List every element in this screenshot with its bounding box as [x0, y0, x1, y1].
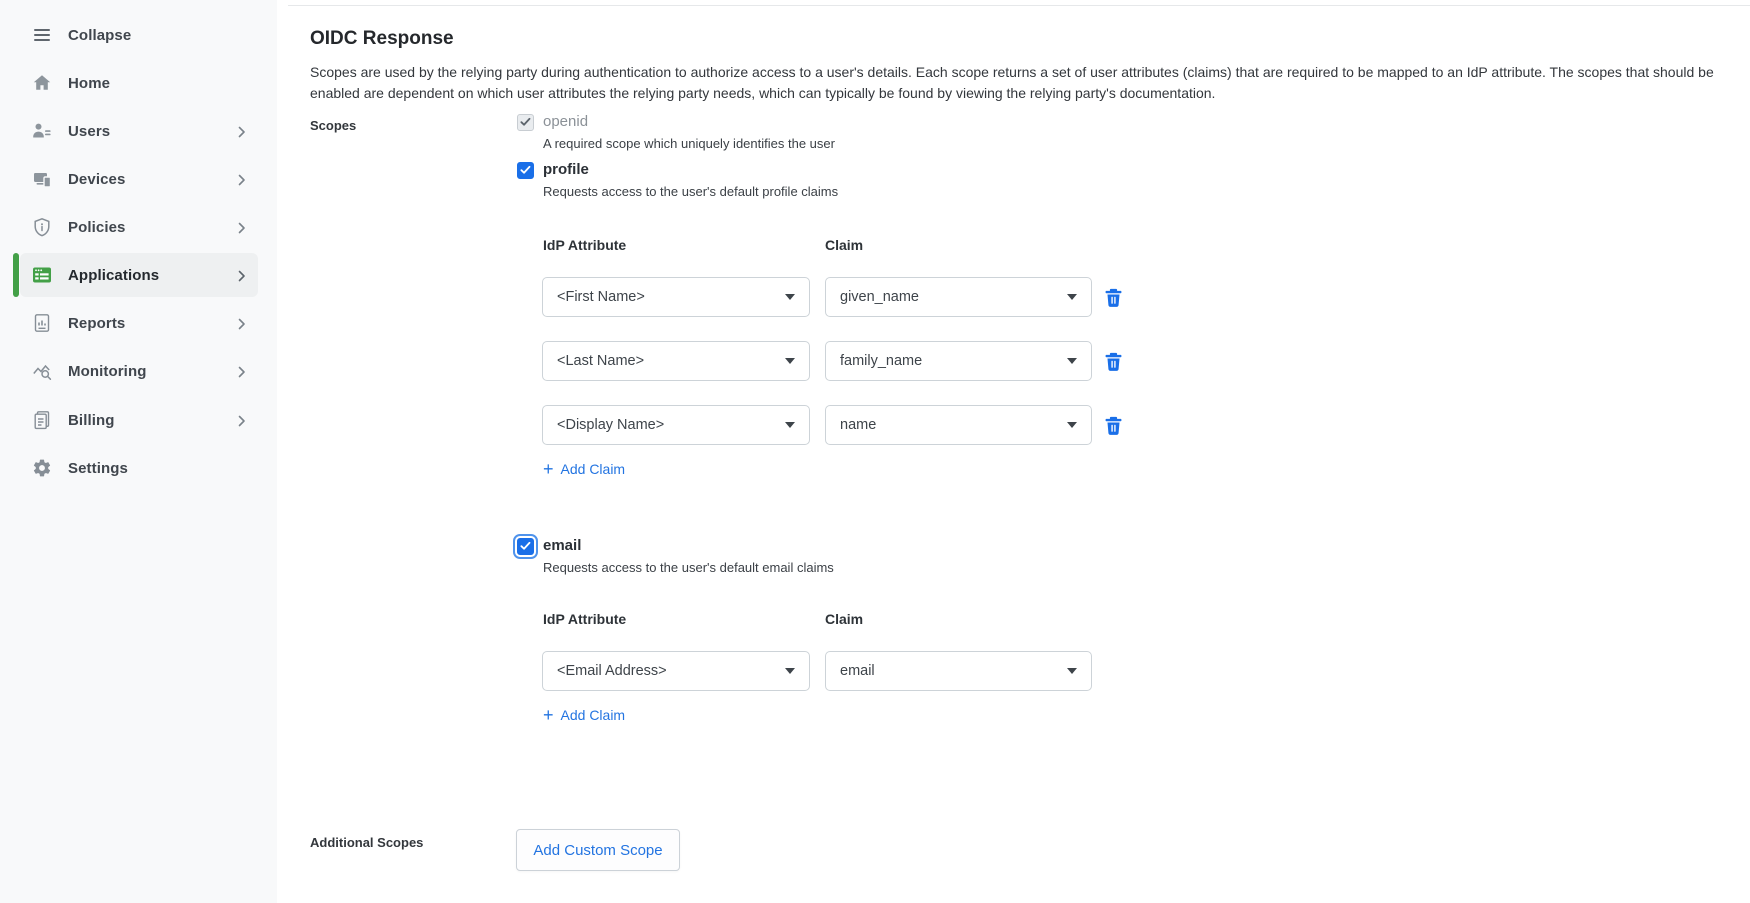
- active-indicator-bar: [13, 253, 19, 297]
- claim-select[interactable]: given_name: [825, 277, 1092, 317]
- sidebar-item-collapse[interactable]: Collapse: [20, 13, 258, 57]
- chevron-right-icon: [238, 317, 246, 329]
- sidebar: Collapse Home Users Devices: [0, 0, 278, 903]
- claim-header: Claim: [825, 611, 863, 627]
- dropdown-caret-icon: [785, 668, 795, 674]
- users-icon: [31, 120, 53, 142]
- home-icon: [31, 72, 53, 94]
- idp-attribute-value: <First Name>: [557, 289, 645, 305]
- add-claim-label: Add Claim: [561, 707, 626, 723]
- email-scope-label[interactable]: email: [543, 537, 581, 554]
- devices-icon: [31, 168, 53, 190]
- idp-attribute-header: IdP Attribute: [543, 611, 626, 627]
- sidebar-item-settings[interactable]: Settings: [20, 446, 258, 490]
- billing-icon: [31, 409, 53, 431]
- openid-checkbox: [517, 114, 534, 131]
- delete-claim-button[interactable]: [1105, 350, 1125, 372]
- dropdown-caret-icon: [785, 358, 795, 364]
- sidebar-item-home[interactable]: Home: [20, 61, 258, 105]
- sidebar-item-label: Home: [68, 75, 110, 92]
- chevron-right-icon: [238, 269, 246, 281]
- idp-attribute-select[interactable]: <Email Address>: [542, 651, 810, 691]
- chevron-right-icon: [238, 221, 246, 233]
- sidebar-item-devices[interactable]: Devices: [20, 157, 258, 201]
- dropdown-caret-icon: [1067, 668, 1077, 674]
- chevron-right-icon: [238, 365, 246, 377]
- profile-checkbox[interactable]: [517, 162, 534, 179]
- claim-value: family_name: [840, 353, 922, 369]
- trash-icon: [1105, 288, 1125, 307]
- openid-scope-description: A required scope which uniquely identifi…: [543, 136, 835, 151]
- claim-value: email: [840, 663, 875, 679]
- chevron-right-icon: [238, 125, 246, 137]
- sidebar-item-label: Applications: [68, 267, 159, 284]
- sidebar-item-applications[interactable]: Applications: [20, 253, 258, 297]
- page-title: OIDC Response: [310, 28, 454, 50]
- profile-scope-description: Requests access to the user's default pr…: [543, 184, 838, 199]
- main-content: OIDC Response Scopes are used by the rel…: [277, 0, 1750, 903]
- policies-shield-icon: [31, 216, 53, 238]
- add-claim-link[interactable]: + Add Claim: [543, 707, 625, 723]
- sidebar-item-label: Devices: [68, 171, 125, 188]
- profile-scope-label[interactable]: profile: [543, 161, 589, 178]
- top-divider: [288, 5, 1750, 6]
- dropdown-caret-icon: [1067, 358, 1077, 364]
- idp-attribute-select[interactable]: <First Name>: [542, 277, 810, 317]
- claim-value: given_name: [840, 289, 919, 305]
- idp-attribute-value: <Last Name>: [557, 353, 644, 369]
- dropdown-caret-icon: [1067, 422, 1077, 428]
- reports-icon: [31, 312, 53, 334]
- add-custom-scope-button[interactable]: Add Custom Scope: [516, 829, 680, 871]
- idp-attribute-header: IdP Attribute: [543, 237, 626, 253]
- delete-claim-button[interactable]: [1105, 414, 1125, 436]
- chevron-right-icon: [238, 414, 246, 426]
- claim-select[interactable]: family_name: [825, 341, 1092, 381]
- checkmark-icon: [520, 162, 531, 180]
- email-checkbox[interactable]: [517, 538, 534, 555]
- plus-icon: +: [543, 462, 554, 476]
- sidebar-item-reports[interactable]: Reports: [20, 301, 258, 345]
- scopes-label: Scopes: [310, 118, 356, 133]
- checkmark-icon: [520, 114, 531, 132]
- add-claim-label: Add Claim: [561, 461, 626, 477]
- claim-select[interactable]: email: [825, 651, 1092, 691]
- checkmark-icon: [520, 538, 531, 556]
- plus-icon: +: [543, 708, 554, 722]
- sidebar-item-label: Monitoring: [68, 363, 146, 380]
- sidebar-item-label: Billing: [68, 412, 115, 429]
- dropdown-caret-icon: [785, 422, 795, 428]
- idp-attribute-value: <Display Name>: [557, 417, 664, 433]
- idp-attribute-value: <Email Address>: [557, 663, 667, 679]
- app-root: Collapse Home Users Devices: [0, 0, 1750, 903]
- page-description: Scopes are used by the relying party dur…: [310, 62, 1746, 104]
- idp-attribute-select[interactable]: <Display Name>: [542, 405, 810, 445]
- add-claim-link[interactable]: + Add Claim: [543, 461, 625, 477]
- dropdown-caret-icon: [1067, 294, 1077, 300]
- chevron-right-icon: [238, 173, 246, 185]
- sidebar-item-billing[interactable]: Billing: [20, 398, 258, 442]
- sidebar-item-label: Collapse: [68, 27, 131, 44]
- sidebar-item-label: Settings: [68, 460, 128, 477]
- email-scope-description: Requests access to the user's default em…: [543, 560, 834, 575]
- monitoring-icon: [31, 360, 53, 382]
- menu-icon: [31, 24, 53, 46]
- additional-scopes-label: Additional Scopes: [310, 835, 423, 850]
- claim-value: name: [840, 417, 876, 433]
- sidebar-item-label: Reports: [68, 315, 125, 332]
- gear-icon: [31, 457, 53, 479]
- claim-header: Claim: [825, 237, 863, 253]
- applications-icon: [31, 264, 53, 286]
- sidebar-item-label: Users: [68, 123, 110, 140]
- trash-icon: [1105, 416, 1125, 435]
- trash-icon: [1105, 352, 1125, 371]
- openid-scope-label: openid: [543, 113, 588, 130]
- idp-attribute-select[interactable]: <Last Name>: [542, 341, 810, 381]
- sidebar-item-policies[interactable]: Policies: [20, 205, 258, 249]
- claim-select[interactable]: name: [825, 405, 1092, 445]
- delete-claim-button[interactable]: [1105, 286, 1125, 308]
- sidebar-item-label: Policies: [68, 219, 126, 236]
- sidebar-item-users[interactable]: Users: [20, 109, 258, 153]
- sidebar-item-monitoring[interactable]: Monitoring: [20, 349, 258, 393]
- dropdown-caret-icon: [785, 294, 795, 300]
